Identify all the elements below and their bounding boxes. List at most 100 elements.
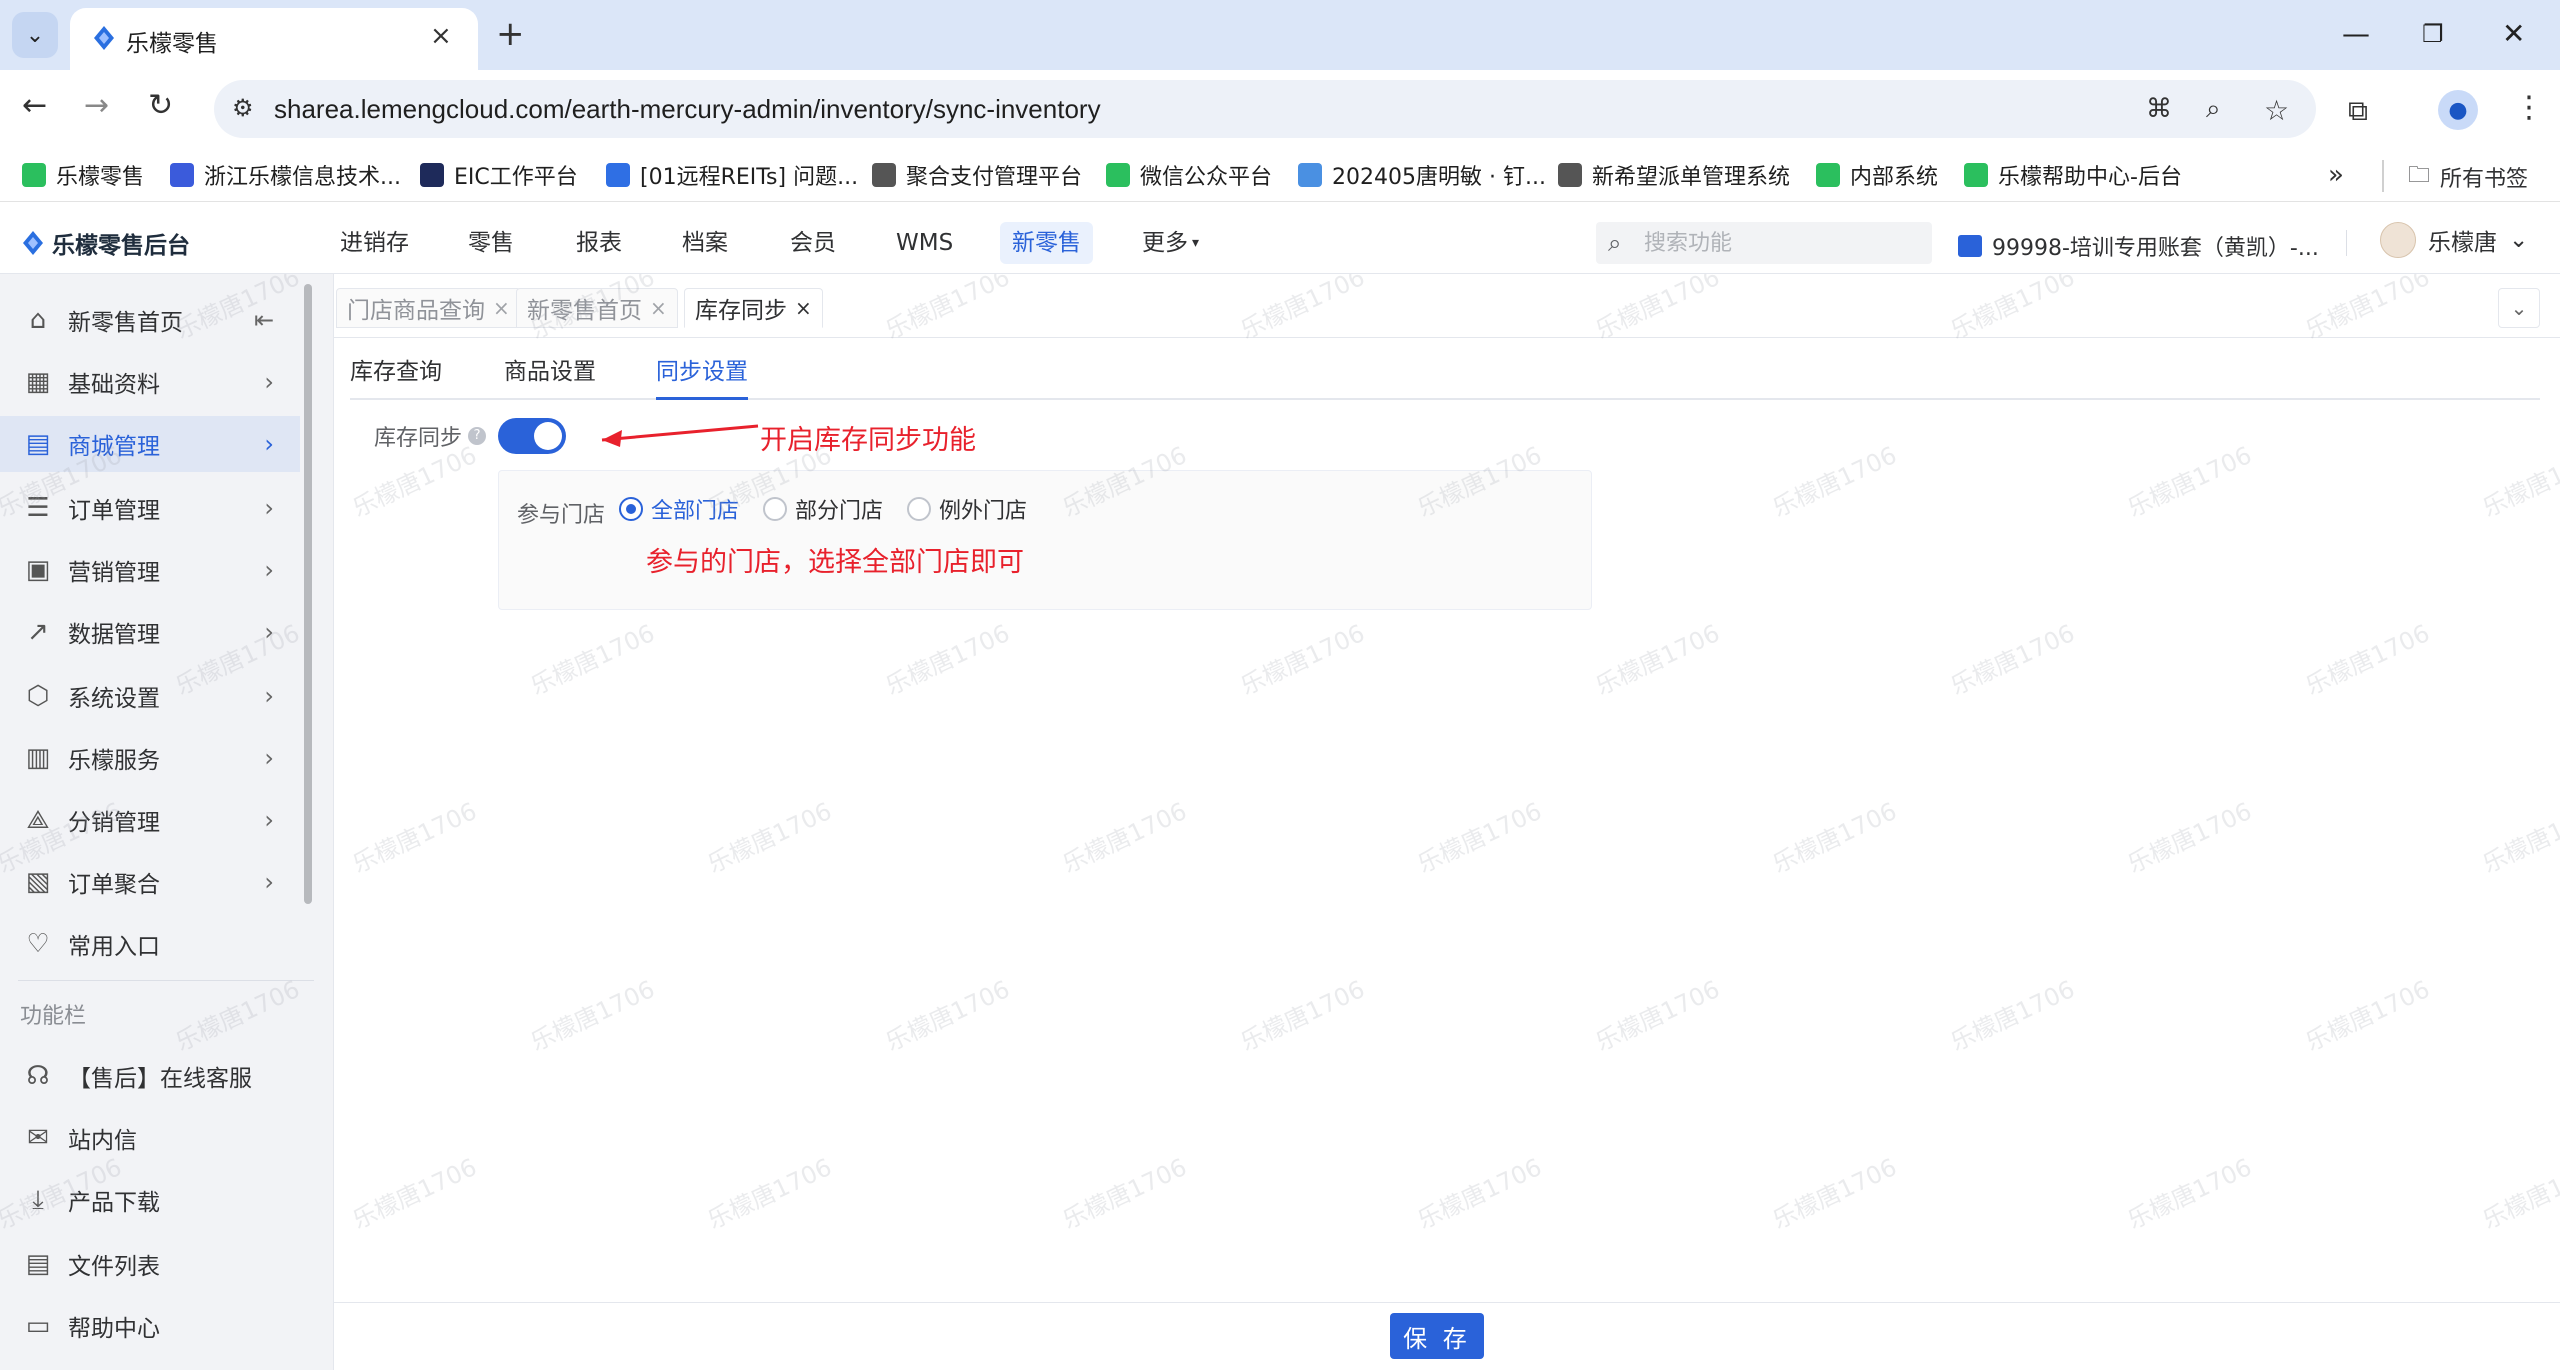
sidebar-tool-customer-service[interactable]: ☊ 【售后】在线客服	[0, 1048, 300, 1104]
bookmark-favicon-icon	[1816, 163, 1840, 187]
radio-all-stores[interactable]: 全部门店	[619, 493, 739, 525]
annotation-select-all-stores: 参与的门店，选择全部门店即可	[646, 547, 1024, 578]
sidebar-item-distribution[interactable]: ⟁ 分销管理 ›	[0, 792, 300, 848]
zoom-icon[interactable]: ⌕	[2206, 94, 2221, 125]
sidebar-tool-help-center[interactable]: ▭ 帮助中心	[0, 1298, 300, 1354]
subtab-inventory-query[interactable]: 库存查询	[350, 352, 442, 400]
bookmark-item[interactable]: 内部系统	[1816, 158, 1938, 192]
bookmark-favicon-icon	[1558, 163, 1582, 187]
bookmark-item[interactable]: 新希望派单管理系统	[1558, 158, 1790, 192]
close-icon[interactable]: ×	[650, 296, 667, 320]
all-bookmarks-button[interactable]: 🗀 所有书签	[2408, 158, 2528, 196]
bookmark-favicon-icon	[606, 163, 630, 187]
sidebar-tool-messages[interactable]: ✉ 站内信	[0, 1110, 300, 1166]
caret-down-icon: ▾	[1192, 235, 1200, 251]
bookmark-item[interactable]: 乐檬帮助中心-后台	[1964, 158, 2182, 192]
toggle-knob	[534, 422, 562, 450]
account-selector[interactable]: 99998-培训专用账套（黄凯）-...	[1958, 230, 2319, 262]
sidebar-item-favorites[interactable]: ♡ 常用入口	[0, 916, 300, 972]
topnav-item[interactable]: 档案	[670, 222, 740, 264]
window-restore-icon[interactable]: ❐	[2422, 14, 2444, 54]
marketing-icon: ▣	[25, 555, 51, 585]
radio-excluded-stores[interactable]: 例外门店	[907, 493, 1027, 525]
sidebar-item-service[interactable]: ▥ 乐檬服务 ›	[0, 730, 300, 786]
aggregate-icon: ▧	[25, 867, 51, 897]
sidebar-item-order-aggregate[interactable]: ▧ 订单聚合 ›	[0, 854, 300, 910]
close-icon[interactable]: ×	[493, 296, 510, 320]
sidebar-tool-download[interactable]: ⤓ 产品下载	[0, 1172, 300, 1228]
subtab-product-settings[interactable]: 商品设置	[504, 352, 596, 400]
url-text[interactable]: sharea.lemengcloud.com/earth-mercury-adm…	[274, 94, 1101, 125]
topnav-more[interactable]: 更多 ▾	[1130, 222, 1211, 264]
forward-icon[interactable]: →	[84, 86, 109, 126]
chevron-right-icon: ›	[264, 868, 274, 896]
save-button[interactable]: 保 存	[1390, 1313, 1484, 1359]
page-tab-active[interactable]: 库存同步 ×	[684, 288, 823, 328]
user-avatar	[2380, 222, 2416, 258]
bookmarks-overflow-icon[interactable]: »	[2328, 160, 2344, 190]
page-tab[interactable]: 门店商品查询 ×	[336, 288, 521, 328]
window-close-icon[interactable]: ✕	[2502, 14, 2525, 54]
bookmark-favicon-icon	[22, 163, 46, 187]
page-tab[interactable]: 新零售首页 ×	[516, 288, 678, 328]
bookmark-item[interactable]: 浙江乐檬信息技术...	[170, 158, 401, 192]
inventory-sync-toggle[interactable]	[498, 418, 566, 454]
tabs-dropdown-icon[interactable]: ⌄	[2498, 288, 2540, 328]
sidebar-item-home[interactable]: ⌂ 新零售首页 ⇤	[0, 292, 300, 348]
bookmarks-bar: 乐檬零售 浙江乐檬信息技术... EIC工作平台 [01远程REITs] 问题.…	[0, 150, 2560, 202]
bookmark-favicon-icon	[1964, 163, 1988, 187]
bookmark-item[interactable]: EIC工作平台	[420, 158, 578, 192]
topnav-item[interactable]: 零售	[456, 222, 526, 264]
home-icon: ⌂	[29, 305, 47, 335]
tab-search-icon[interactable]: ⌄	[12, 12, 58, 58]
bookmark-item[interactable]: 聚合支付管理平台	[872, 158, 1082, 192]
close-icon[interactable]: ×	[795, 296, 812, 320]
topnav-item[interactable]: 报表	[564, 222, 634, 264]
sidebar-scrollbar[interactable]	[304, 284, 312, 904]
bookmark-star-icon[interactable]: ☆	[2264, 94, 2289, 127]
profile-avatar[interactable]: ●	[2438, 90, 2478, 130]
window-minimize-icon[interactable]: —	[2342, 14, 2370, 54]
browser-tab-strip: ⌄ 乐檬零售 × + — ❐ ✕	[0, 0, 2560, 70]
topnav-item[interactable]: 进销存	[328, 222, 421, 264]
translate-icon[interactable]: ⌘	[2146, 94, 2172, 124]
back-icon[interactable]: ←	[22, 86, 47, 126]
bookmark-item[interactable]: 202405唐明敏 · 钉...	[1298, 158, 1546, 192]
menu-search[interactable]: ⌕	[1596, 222, 1932, 264]
topnav-item[interactable]: 会员	[778, 222, 848, 264]
app-logo[interactable]: 乐檬零售后台	[22, 226, 190, 260]
browser-menu-icon[interactable]: ⋮	[2514, 90, 2544, 125]
browser-tab[interactable]: 乐檬零售 ×	[70, 8, 478, 70]
subtab-sync-settings[interactable]: 同步设置	[656, 352, 748, 400]
main-content: 门店商品查询 × 新零售首页 × 库存同步 × ⌄ 库存查询 商品设置 同步设置 库存…	[334, 274, 2560, 1370]
sidebar-item-mall[interactable]: ▤ 商城管理 ›	[0, 416, 300, 472]
new-tab-icon[interactable]: +	[496, 14, 525, 54]
collapse-sidebar-icon[interactable]: ⇤	[254, 306, 274, 334]
site-info-icon[interactable]: ⚙	[232, 94, 254, 122]
bookmark-item[interactable]: 乐檬零售	[22, 158, 144, 192]
user-menu[interactable]: 乐檬唐 ⌄	[2380, 222, 2528, 258]
sidebar-divider	[18, 980, 314, 981]
sidebar-item-marketing[interactable]: ▣ 营销管理 ›	[0, 542, 300, 598]
sidebar-item-settings[interactable]: ⬡ 系统设置 ›	[0, 668, 300, 724]
page-tabs-bar: 门店商品查询 × 新零售首页 × 库存同步 × ⌄	[334, 274, 2560, 338]
topnav-item-active[interactable]: 新零售	[1000, 222, 1093, 264]
bookmark-item[interactable]: [01远程REITs] 问题...	[606, 158, 858, 192]
chevron-right-icon: ›	[264, 618, 274, 646]
menu-search-input[interactable]	[1644, 230, 1914, 256]
sidebar-item-orders[interactable]: ☰ 订单管理 ›	[0, 480, 300, 536]
sub-tabs: 库存查询 商品设置 同步设置	[350, 352, 2540, 400]
sidebar-item-basic-data[interactable]: ▦ 基础资料 ›	[0, 354, 300, 410]
sidebar-tool-file-list[interactable]: ▤ 文件列表	[0, 1236, 300, 1292]
file-list-icon: ▤	[25, 1249, 51, 1279]
tab-close-icon[interactable]: ×	[430, 21, 452, 51]
reload-icon[interactable]: ↻	[148, 86, 173, 126]
extensions-icon[interactable]: ⧉	[2348, 94, 2368, 128]
chevron-right-icon: ›	[264, 494, 274, 522]
help-icon[interactable]: ?	[468, 427, 487, 445]
address-bar[interactable]: ⚙ sharea.lemengcloud.com/earth-mercury-a…	[214, 80, 2316, 138]
sidebar-item-data[interactable]: ↗ 数据管理 ›	[0, 604, 300, 660]
topnav-item[interactable]: WMS	[884, 222, 965, 264]
radio-some-stores[interactable]: 部分门店	[763, 493, 883, 525]
bookmark-item[interactable]: 微信公众平台	[1106, 158, 1272, 192]
